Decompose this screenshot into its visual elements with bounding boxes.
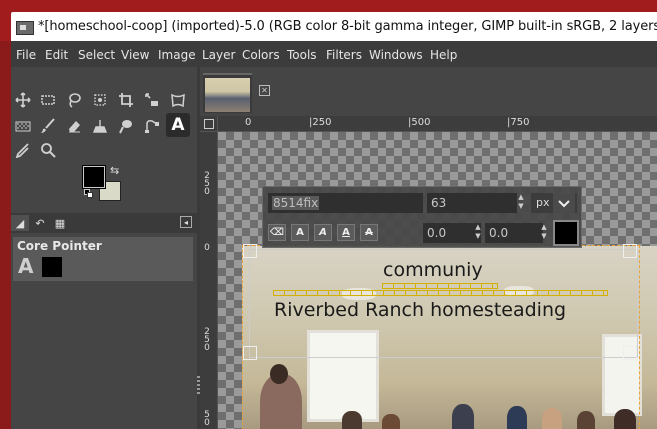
font-size-field[interactable]: 63 bbox=[427, 193, 517, 213]
kerning-value: 0.0 bbox=[489, 226, 509, 240]
rect-select-icon[interactable] bbox=[36, 89, 60, 111]
vertical-ruler[interactable]: 2 5 0 0 2 5 0 5 0 bbox=[200, 132, 218, 429]
text-box-handle[interactable] bbox=[623, 244, 637, 258]
font-size-value: 63 bbox=[431, 196, 447, 210]
ruler-tick-label: 0 bbox=[204, 418, 210, 428]
menu-image[interactable]: Image bbox=[158, 48, 196, 62]
clear-style-icon[interactable]: ⌫ bbox=[268, 224, 286, 241]
kerning-spin-icon[interactable]: ▲ ▼ bbox=[539, 223, 549, 243]
baseline-spin-icon[interactable]: ▲ ▼ bbox=[473, 223, 483, 243]
menu-edit[interactable]: Edit bbox=[45, 48, 68, 62]
menu-bar: File Edit Select View Image Layer Colors… bbox=[11, 41, 657, 67]
menu-filters[interactable]: Filters bbox=[326, 48, 362, 62]
app-icon bbox=[16, 21, 34, 35]
reset-colors-icon[interactable] bbox=[84, 189, 93, 198]
foreground-color[interactable] bbox=[82, 165, 106, 189]
font-size-spin-icon[interactable]: ▲ ▼ bbox=[516, 193, 526, 213]
menu-windows[interactable]: Windows bbox=[369, 48, 423, 62]
text-box-handle[interactable] bbox=[243, 244, 257, 258]
menu-file[interactable]: File bbox=[16, 48, 36, 62]
menu-view[interactable]: View bbox=[121, 48, 149, 62]
title-bar-inner: *[homeschool-coop] (imported)-5.0 (RGB c… bbox=[11, 12, 657, 41]
ruler-tick-label: 0 bbox=[204, 343, 210, 353]
text-color-button[interactable] bbox=[553, 220, 579, 246]
images-tab-icon[interactable]: ▦ bbox=[51, 215, 69, 231]
canvas-text-line-2: Riverbed Ranch homesteading bbox=[274, 299, 567, 321]
menu-tools[interactable]: Tools bbox=[287, 48, 317, 62]
text-cursor-highlight bbox=[382, 283, 498, 289]
toolbox: A ⇆ ◢ ↶ ▦ ◂ Core Pointer A bbox=[11, 67, 198, 429]
dock-tab-row: ◢ ↶ ▦ ◂ bbox=[11, 213, 198, 233]
ruler-corner[interactable] bbox=[200, 116, 218, 132]
ruler-tick-label: |750 bbox=[507, 117, 530, 128]
tool-options-tab-icon[interactable]: ◢ bbox=[11, 215, 29, 231]
text-tool-icon[interactable]: A bbox=[166, 113, 190, 137]
lasso-icon[interactable] bbox=[62, 89, 86, 111]
clone-icon[interactable] bbox=[88, 115, 112, 137]
font-name: 8514fix bbox=[272, 196, 320, 210]
close-image-tab-icon[interactable]: ✕ bbox=[259, 85, 270, 96]
window-title: *[homeschool-coop] (imported)-5.0 (RGB c… bbox=[38, 19, 657, 34]
device-tool-icon: A bbox=[18, 254, 34, 278]
chevron-down-icon[interactable] bbox=[553, 193, 575, 213]
text-box-handle[interactable] bbox=[243, 346, 257, 360]
unit-value: px bbox=[536, 196, 550, 209]
gradient-icon[interactable] bbox=[11, 115, 35, 137]
unified-transform-icon[interactable] bbox=[140, 89, 164, 111]
thumbnail-image bbox=[205, 78, 250, 112]
device-name: Core Pointer bbox=[17, 239, 102, 253]
zoom-icon[interactable] bbox=[36, 139, 60, 161]
path-icon[interactable] bbox=[140, 115, 164, 137]
title-bar: *[homeschool-coop] (imported)-5.0 (RGB c… bbox=[0, 0, 657, 41]
ruler-tick-label: 0 bbox=[204, 243, 210, 253]
underline-button[interactable]: A bbox=[337, 224, 355, 241]
device-status-panel: Core Pointer A bbox=[13, 237, 193, 281]
menu-help[interactable]: Help bbox=[430, 48, 457, 62]
image-tab-thumbnail[interactable] bbox=[203, 73, 252, 113]
ruler-tick-label: |250 bbox=[309, 117, 332, 128]
ruler-tick-label: |500 bbox=[408, 117, 431, 128]
menu-select[interactable]: Select bbox=[78, 48, 115, 62]
on-canvas-text-toolbar: 8514fix 63 ▲ ▼ px ⌫ A A A A 0.0 ▲ ▼ 0.0 ▲ ▼ bbox=[262, 186, 582, 248]
baseline-value: 0.0 bbox=[427, 226, 447, 240]
move-icon[interactable] bbox=[11, 89, 35, 111]
color-picker-icon[interactable] bbox=[11, 139, 35, 161]
text-selection-highlight bbox=[273, 290, 608, 296]
swap-colors-icon[interactable]: ⇆ bbox=[110, 164, 119, 177]
quick-mask-icon[interactable] bbox=[204, 119, 214, 129]
paintbrush-icon[interactable] bbox=[36, 115, 60, 137]
warp-icon[interactable] bbox=[166, 89, 190, 111]
text-box-handle[interactable] bbox=[623, 346, 637, 360]
device-color-swatch bbox=[42, 257, 62, 277]
strikethrough-button[interactable]: A bbox=[360, 224, 378, 241]
bold-button[interactable]: A bbox=[291, 224, 309, 241]
gimp-window: *[homeschool-coop] (imported)-5.0 (RGB c… bbox=[0, 0, 657, 429]
dock-menu-icon[interactable]: ◂ bbox=[180, 216, 192, 228]
image-canvas[interactable]: communiy Riverbed Ranch homesteading bbox=[218, 132, 657, 429]
menu-colors[interactable]: Colors bbox=[242, 48, 280, 62]
menu-layer[interactable]: Layer bbox=[202, 48, 235, 62]
unit-select[interactable]: px bbox=[531, 193, 577, 213]
crop-icon[interactable] bbox=[114, 89, 138, 111]
window-border bbox=[0, 41, 11, 429]
ruler-tick-label: 0 bbox=[204, 187, 210, 197]
kerning-field[interactable]: 0.0 bbox=[485, 223, 543, 243]
smudge-icon[interactable] bbox=[114, 115, 138, 137]
ruler-tick-label: 0 bbox=[245, 117, 252, 128]
horizontal-ruler[interactable]: 0 |250 |500 |750 bbox=[218, 116, 657, 132]
font-field[interactable]: 8514fix bbox=[268, 193, 423, 213]
eraser-icon[interactable] bbox=[62, 115, 86, 137]
undo-history-tab-icon[interactable]: ↶ bbox=[31, 215, 49, 231]
image-tabs: ✕ bbox=[200, 67, 657, 116]
canvas-text-line-1: communiy bbox=[383, 259, 483, 281]
fuzzy-select-icon[interactable] bbox=[88, 89, 112, 111]
italic-button[interactable]: A bbox=[314, 224, 332, 241]
